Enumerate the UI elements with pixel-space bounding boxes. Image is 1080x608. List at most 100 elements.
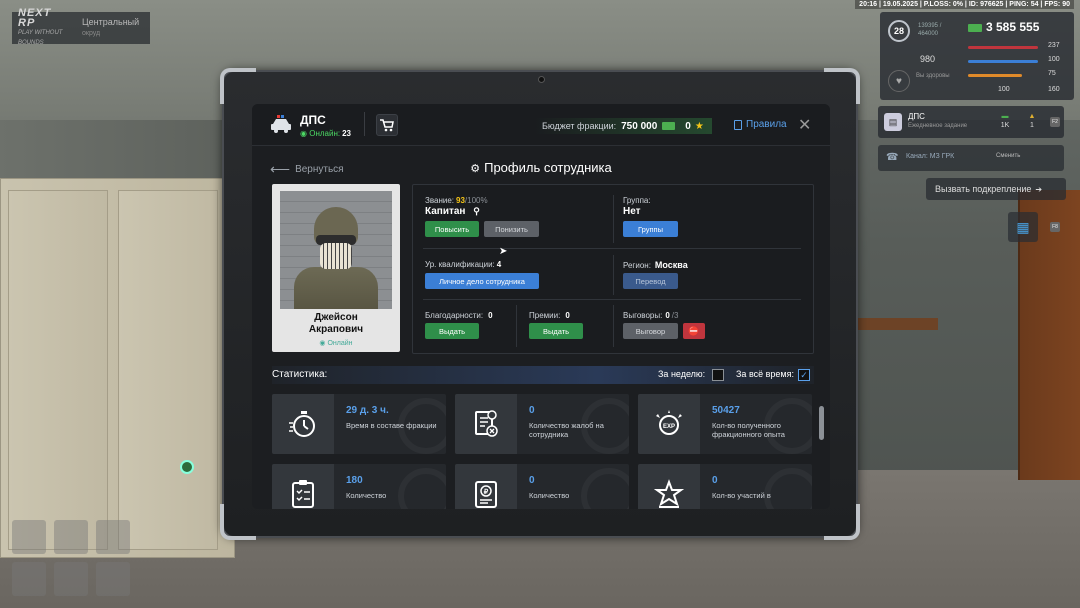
stat-value: 75 bbox=[1048, 70, 1056, 77]
reprimand-value: 0 bbox=[665, 311, 670, 320]
health-bar bbox=[968, 46, 1038, 49]
give-bonus-button[interactable]: Выдать bbox=[529, 323, 583, 339]
tile-watermark bbox=[764, 468, 812, 509]
employee-status: ◉ Онлайн bbox=[272, 339, 400, 347]
money-value: 3 585 555 bbox=[986, 20, 1040, 34]
employee-status-text: Онлайн bbox=[327, 340, 353, 347]
complaint-document-icon bbox=[455, 394, 517, 454]
stats-title: Статистика: bbox=[272, 369, 328, 380]
stats-scrollbar[interactable] bbox=[819, 406, 824, 440]
inventory-slots bbox=[12, 520, 132, 600]
reward-xp-value: 1 bbox=[1030, 122, 1034, 129]
radio-channel-panel[interactable]: ☎ Канал: МЗ ГРК Сменить bbox=[878, 145, 1064, 171]
job-reward-xp: ▲ 1 bbox=[1028, 113, 1036, 129]
promote-button[interactable]: Повысить bbox=[425, 221, 479, 237]
groups-button[interactable]: Группы bbox=[623, 221, 678, 237]
give-thanks-button[interactable]: Выдать bbox=[425, 323, 479, 339]
qualification-label: Ур. квалификации: 4 bbox=[425, 260, 501, 269]
background-table bbox=[858, 318, 938, 330]
calendar-icon[interactable]: ▦ bbox=[1008, 212, 1038, 242]
tablet-corner bbox=[824, 68, 860, 104]
bonus-label: Премии: 0 bbox=[529, 311, 570, 320]
server-logo: NEXT RP PLAY WITHOUT BOUNDS Центральный … bbox=[12, 8, 150, 46]
week-checkbox[interactable] bbox=[712, 369, 724, 381]
stat-tile: EXP 50427 Кол-во полученного фракционног… bbox=[638, 394, 812, 454]
hunger-bar bbox=[968, 74, 1022, 77]
background-cabinet-door bbox=[118, 190, 218, 550]
thanks-label: Благодарности: 0 bbox=[425, 311, 493, 320]
close-button[interactable]: ✕ bbox=[798, 115, 811, 135]
reward-money-value: 1K bbox=[1000, 122, 1010, 129]
employee-name: Джейсон Акрапович bbox=[272, 312, 400, 336]
top-info-bar: 20:16 | 19.05.2025 | P.LOSS: 0% | ID: 97… bbox=[855, 0, 1074, 9]
job-subtitle: Ежедневное задание bbox=[908, 123, 968, 129]
tile-value: 29 д. 3 ч. bbox=[346, 405, 389, 416]
reprimand-button[interactable]: Выговор bbox=[623, 323, 678, 339]
region-label-text: Регион: bbox=[623, 261, 651, 270]
rank-max: /100% bbox=[464, 196, 488, 205]
rank-label: Звание: 93/100% bbox=[425, 196, 488, 205]
job-reward-money: ▬ 1K bbox=[1000, 113, 1010, 129]
faction-online: ◉ Онлайн: 23 bbox=[300, 129, 351, 138]
page-title: ⚙ Профиль сотрудника bbox=[252, 160, 830, 175]
stat-tile: 0 Количество жалоб на сотрудника bbox=[455, 394, 629, 454]
server-name: Центральный окруд bbox=[72, 17, 139, 39]
divider bbox=[613, 305, 614, 347]
divider bbox=[516, 305, 517, 347]
all-time-checkbox[interactable]: ✓ bbox=[798, 369, 810, 381]
reprimand-max: /3 bbox=[671, 311, 679, 320]
xp-counter: 139395 / 464000 bbox=[918, 23, 942, 37]
rules-label: Правила bbox=[746, 119, 787, 130]
bonus-value: 0 bbox=[565, 311, 570, 320]
background-cabinet-door bbox=[8, 190, 108, 550]
daily-task-panel[interactable]: ▤ ДПС Ежедневное задание ▬ 1K ▲ 1 F2 bbox=[878, 106, 1064, 138]
photo-body bbox=[294, 267, 378, 309]
call-backup-button[interactable]: Вызвать подкрепление ➔ bbox=[926, 178, 1066, 200]
tile-value: 180 bbox=[346, 475, 363, 486]
checklist-icon bbox=[272, 464, 334, 509]
star-trophy-icon bbox=[638, 464, 700, 509]
inventory-slot[interactable] bbox=[12, 520, 46, 554]
header-divider bbox=[364, 112, 365, 136]
thanks-label-text: Благодарности: bbox=[425, 311, 484, 320]
rules-link[interactable]: Правила bbox=[734, 119, 787, 130]
stamina-bar bbox=[968, 60, 1038, 63]
tile-value: 0 bbox=[529, 475, 535, 486]
shop-cart-button[interactable] bbox=[376, 114, 398, 136]
inventory-slot[interactable] bbox=[96, 520, 130, 554]
server-name-text: Центральный bbox=[82, 17, 140, 27]
divider bbox=[423, 299, 801, 300]
online-dot-icon: ◉ bbox=[300, 129, 307, 138]
stat-tile: 180 Количество bbox=[272, 464, 446, 509]
hotkey-f8: F8 bbox=[1050, 222, 1060, 232]
tile-value: 0 bbox=[712, 475, 718, 486]
logo-name: NEXT RP bbox=[18, 7, 52, 29]
personal-file-button[interactable]: Личное дело сотрудника bbox=[425, 273, 539, 289]
stat-tile: 29 д. 3 ч. Время в составе фракции bbox=[272, 394, 446, 454]
budget-value: 750 000 bbox=[621, 120, 658, 132]
health-heart-icon: ♥ bbox=[888, 70, 910, 92]
stat-value: 100 bbox=[1048, 56, 1060, 63]
transfer-button[interactable]: Перевод bbox=[623, 273, 678, 289]
money-icon bbox=[968, 23, 982, 32]
online-dot-icon: ◉ bbox=[319, 340, 326, 347]
remove-reprimand-button[interactable]: ⛔ bbox=[683, 323, 705, 339]
svg-text:EXP: EXP bbox=[663, 424, 675, 430]
tablet-corner bbox=[220, 504, 256, 540]
tile-watermark bbox=[581, 468, 629, 509]
inventory-slot[interactable] bbox=[96, 562, 130, 596]
money-icon bbox=[662, 122, 676, 130]
inventory-slot[interactable] bbox=[54, 562, 88, 596]
tablet-camera bbox=[538, 76, 545, 83]
qualification-value: 4 bbox=[496, 260, 502, 269]
stats-header: Статистика: За неделю: За всё время: ✓ bbox=[272, 366, 814, 384]
employee-first-name: Джейсон bbox=[314, 312, 358, 323]
stat-value: 100 bbox=[998, 86, 1010, 93]
rank-name: Капитан ⚲ bbox=[425, 206, 480, 217]
inventory-slot[interactable] bbox=[12, 562, 46, 596]
demote-button[interactable]: Понизить bbox=[484, 221, 539, 237]
svg-text:₽: ₽ bbox=[484, 488, 489, 496]
logo-subtitle: PLAY WITHOUT BOUNDS bbox=[18, 30, 63, 46]
tile-label: Кол-во полученного фракционного опыта bbox=[712, 421, 785, 439]
inventory-slot[interactable] bbox=[54, 520, 88, 554]
